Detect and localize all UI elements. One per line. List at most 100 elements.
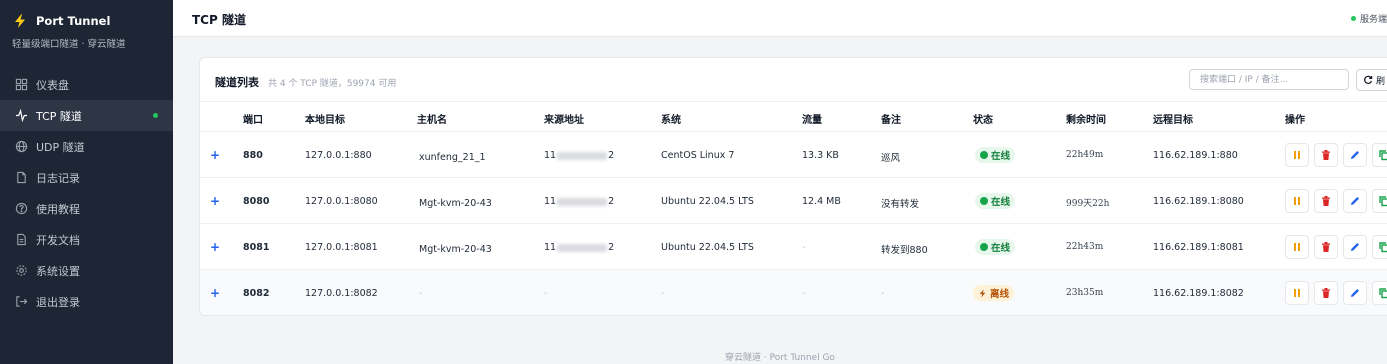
column-header-remaining: 剩余时间 — [1066, 115, 1106, 126]
expand-row-button[interactable]: + — [210, 240, 220, 254]
remaining-time-cell: 999天22h — [1066, 199, 1110, 209]
help-icon — [14, 202, 28, 216]
pencil-icon — [1351, 151, 1359, 159]
column-header-traffic: 流量 — [802, 115, 822, 126]
column-header-actions: 操作 — [1285, 115, 1305, 126]
refresh-icon — [1364, 75, 1373, 84]
sidebar-item-dev-docs[interactable]: 开发文档 — [0, 224, 173, 255]
delete-button[interactable] — [1314, 143, 1338, 167]
expand-row-button[interactable]: + — [210, 148, 220, 162]
pause-button[interactable] — [1285, 281, 1309, 305]
status-label: 在线 — [991, 243, 1011, 254]
table-row: + 880 127.0.0.1:880 xunfeng_21_1 11 2 Cen… — [200, 132, 1387, 178]
remaining-time-cell: 22h49m — [1066, 150, 1104, 160]
brand: Port Tunnel 轻量级端口隧道 · 穿云隧道 — [0, 0, 173, 62]
remote-target-cell: 116.62.189.1:8080 — [1153, 196, 1244, 207]
online-dot-icon — [980, 151, 988, 159]
column-header-remote: 远程目标 — [1153, 115, 1193, 126]
globe-icon — [14, 140, 28, 154]
sidebar-item-tutorial[interactable]: 使用教程 — [0, 193, 173, 224]
copy-button[interactable] — [1372, 189, 1387, 213]
redacted-blur — [557, 197, 608, 206]
card-title: 隧道列表 — [215, 76, 259, 89]
column-header-system: 系统 — [661, 115, 681, 126]
copy-button[interactable] — [1372, 281, 1387, 305]
remote-target-cell: 116.62.189.1:880 — [1153, 150, 1238, 161]
server-status: 服务端 — [1350, 12, 1387, 25]
edit-button[interactable] — [1343, 189, 1367, 213]
delete-button[interactable] — [1314, 281, 1338, 305]
pause-button[interactable] — [1285, 189, 1309, 213]
source-address-prefix: 11 — [544, 196, 557, 207]
delete-button[interactable] — [1314, 189, 1338, 213]
trash-icon — [1322, 288, 1330, 298]
expand-row-button[interactable]: + — [210, 286, 220, 300]
column-header-hostname: 主机名 — [417, 115, 447, 126]
table-row: + 8081 127.0.0.1:8081 Mgt-kvm-20-43 11 2 … — [200, 224, 1387, 270]
trash-icon — [1322, 196, 1330, 206]
copy-button[interactable] — [1372, 143, 1387, 167]
sidebar-item-tcp-tunnel[interactable]: TCP 隧道 — [0, 100, 173, 131]
sidebar-item-label: 开发文档 — [36, 233, 80, 247]
online-dot-icon — [980, 243, 988, 251]
status-badge: 在线 — [975, 193, 1016, 209]
local-target-cell: 127.0.0.1:8080 — [305, 196, 378, 207]
status-label: 在线 — [991, 197, 1011, 208]
edit-button[interactable] — [1343, 281, 1367, 305]
card-header: 隧道列表 共 4 个 TCP 隧道，59974 可用 刷 — [200, 58, 1387, 102]
note-cell: 巡风 — [881, 153, 901, 164]
sidebar-item-label: UDP 隧道 — [36, 140, 85, 154]
system-cell: CentOS Linux 7 — [661, 150, 735, 161]
refresh-button[interactable]: 刷 — [1356, 69, 1387, 91]
table-row: + 8082 127.0.0.1:8082 - - - - - 离线 23h35… — [200, 270, 1387, 315]
brand-title: Port Tunnel — [12, 12, 173, 30]
copy-icon — [1379, 196, 1387, 207]
sidebar-item-udp-tunnel[interactable]: UDP 隧道 — [0, 131, 173, 162]
logout-icon — [14, 295, 28, 309]
pause-button[interactable] — [1285, 235, 1309, 259]
delete-button[interactable] — [1314, 235, 1338, 259]
sidebar-item-logout[interactable]: 退出登录 — [0, 286, 173, 317]
copy-button[interactable] — [1372, 235, 1387, 259]
sidebar-item-label: 使用教程 — [36, 202, 80, 216]
pause-button[interactable] — [1285, 143, 1309, 167]
source-address-cell: - — [544, 288, 548, 299]
system-cell: Ubuntu 22.04.5 LTS — [661, 196, 754, 207]
local-target-cell: 127.0.0.1:8082 — [305, 288, 378, 299]
sidebar-item-label: TCP 隧道 — [36, 109, 82, 123]
sidebar-item-label: 日志记录 — [36, 171, 80, 185]
footer: 穿云隧道 · Port Tunnel Go — [725, 353, 835, 363]
hostname-cell: Mgt-kvm-20-43 — [419, 244, 492, 255]
search-input[interactable] — [1189, 69, 1349, 90]
trash-icon — [1322, 242, 1330, 252]
column-header-source: 来源地址 — [544, 115, 584, 126]
lightning-bolt-icon — [979, 289, 986, 297]
traffic-cell: 13.3 KB — [802, 150, 839, 161]
sidebar-item-label: 仪表盘 — [36, 78, 69, 92]
pause-icon — [1294, 289, 1300, 297]
sidebar-item-settings[interactable]: 系统设置 — [0, 255, 173, 286]
system-cell: Ubuntu 22.04.5 LTS — [661, 242, 754, 253]
sidebar-item-logs[interactable]: 日志记录 — [0, 162, 173, 193]
local-target-cell: 127.0.0.1:8081 — [305, 242, 378, 253]
redacted-blur — [557, 151, 608, 160]
app-title: Port Tunnel — [36, 14, 111, 28]
remaining-time-cell: 23h35m — [1066, 288, 1104, 298]
column-header-status: 状态 — [973, 115, 993, 126]
source-address-cell: 11 2 — [544, 150, 614, 161]
edit-button[interactable] — [1343, 235, 1367, 259]
status-label: 在线 — [991, 151, 1011, 162]
table-row: + 8080 127.0.0.1:8080 Mgt-kvm-20-43 11 2 … — [200, 178, 1387, 224]
hostname-cell: Mgt-kvm-20-43 — [419, 198, 492, 209]
active-indicator-dot — [153, 113, 158, 118]
sidebar-item-dashboard[interactable]: 仪表盘 — [0, 69, 173, 100]
source-address-suffix: 2 — [608, 242, 615, 253]
server-status-dot — [1350, 16, 1356, 21]
pause-icon — [1294, 243, 1300, 251]
edit-button[interactable] — [1343, 143, 1367, 167]
pause-icon — [1294, 151, 1300, 159]
traffic-cell: - — [802, 288, 806, 299]
table-header: 端口 本地目标 主机名 来源地址 系统 流量 备注 状态 剩余时间 远程目标 操… — [200, 102, 1387, 132]
expand-row-button[interactable]: + — [210, 194, 220, 208]
pencil-icon — [1351, 289, 1359, 297]
